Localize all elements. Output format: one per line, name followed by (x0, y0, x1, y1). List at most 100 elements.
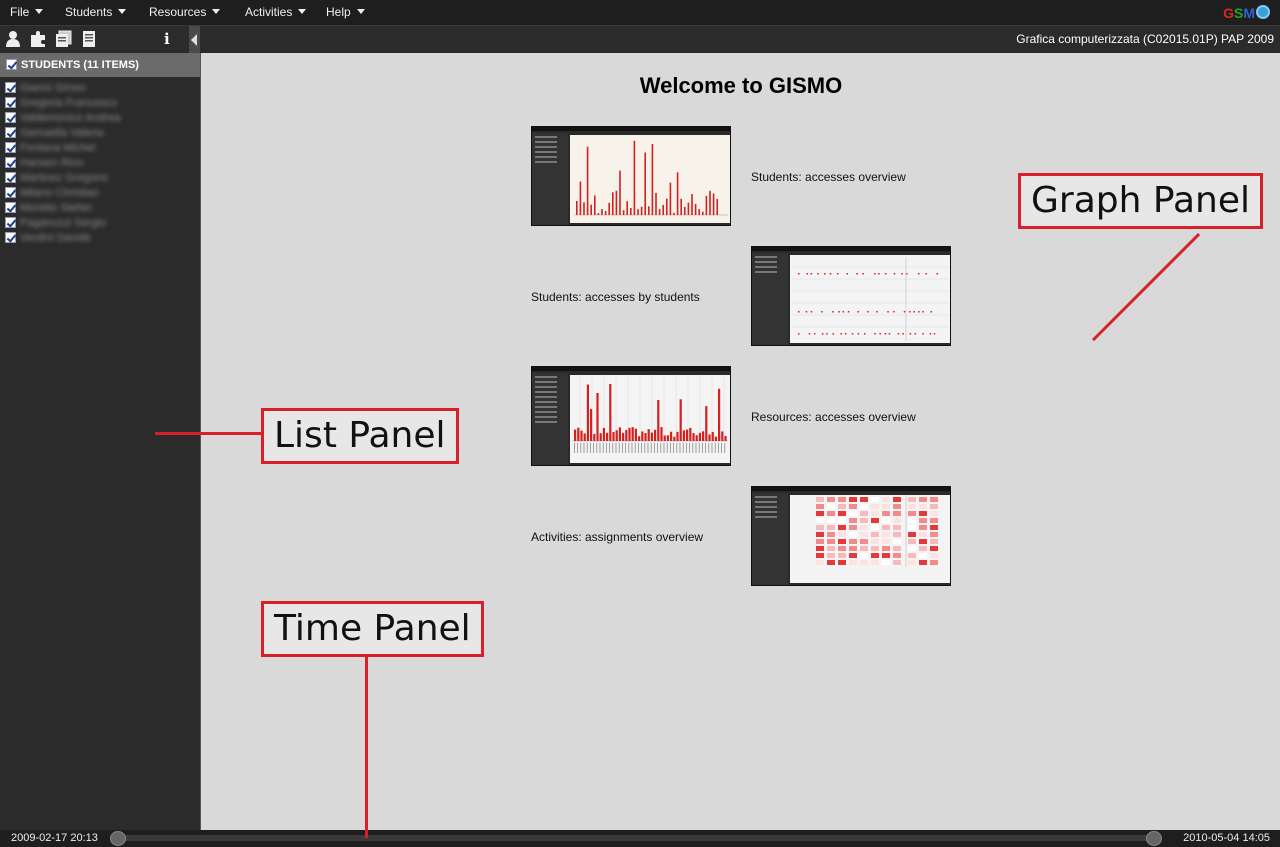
thumb-heat-cell (816, 518, 824, 523)
thumb-bar (586, 146, 589, 215)
activities-icon[interactable] (80, 30, 98, 48)
list-item[interactable]: Gregoria Francesco (5, 96, 195, 111)
menu-activities[interactable]: Activities (245, 0, 307, 26)
thumb-bar (601, 209, 603, 215)
checkbox[interactable] (5, 171, 16, 183)
thumb-heat-cell (860, 539, 868, 544)
checkbox[interactable] (5, 81, 16, 93)
select-all-checkbox[interactable] (6, 58, 17, 70)
list-header[interactable]: STUDENTS (11 ITEMS) (0, 53, 200, 77)
checkbox[interactable] (5, 201, 16, 213)
list-item[interactable]: Fontana Michel (5, 141, 195, 156)
thumb-tick-label (670, 443, 671, 453)
thumb-students-accesses-by-students[interactable] (751, 246, 951, 346)
thumb-bar (676, 172, 679, 215)
caption-activities-assignments-overview[interactable]: Activities: assignments overview (531, 530, 703, 544)
list-item[interactable]: Paganuzzi Sergio (5, 216, 195, 231)
thumb-dot (798, 311, 800, 313)
checkbox[interactable] (5, 156, 16, 168)
menu-bar: File Students Resources Activities Help … (0, 0, 1280, 26)
menu-resources[interactable]: Resources (149, 0, 221, 26)
thumb-students-accesses-overview[interactable] (531, 126, 731, 226)
list-item[interactable]: Martinez Gregorio (5, 171, 195, 186)
thumb-tick-label (708, 443, 710, 453)
caption-students-accesses-by-students[interactable]: Students: accesses by students (531, 290, 700, 304)
time-slider-start-handle[interactable] (110, 831, 126, 846)
list-item[interactable]: Moretto Stefan (5, 201, 195, 216)
thumb-tick-label (593, 443, 594, 453)
checkbox[interactable] (5, 96, 16, 108)
list-item[interactable]: Verdini Davide (5, 231, 195, 246)
thumb-bar (590, 408, 593, 441)
thumb-heat-cell (908, 504, 916, 509)
thumb-resources-accesses-overview[interactable] (531, 366, 731, 466)
thumb-bar (709, 190, 711, 215)
thumb-bar (651, 144, 654, 215)
thumb-tick-label (602, 443, 604, 453)
list-item[interactable]: Milano Christian (5, 186, 195, 201)
thumb-dot (798, 333, 800, 335)
thumb-bar (702, 211, 704, 215)
thumb-heat-cell (827, 511, 835, 516)
thumb-bar (705, 195, 708, 215)
checkbox[interactable] (5, 216, 16, 228)
thumb-tick-label (679, 443, 681, 453)
checkbox[interactable] (5, 111, 16, 123)
list-item[interactable]: Gianni Simon (5, 81, 195, 96)
thumb-bar (680, 198, 682, 215)
thumb-heat-cell (871, 553, 879, 558)
thumb-dot (901, 273, 903, 275)
thumb-dot (918, 311, 920, 313)
students-icon[interactable] (4, 30, 22, 48)
thumb-heat-cell (816, 560, 824, 565)
thumb-tick-label (702, 443, 703, 453)
thumb-bar (666, 198, 668, 215)
list-item[interactable]: Gemaella Valeria (5, 126, 195, 141)
thumb-tick-label (606, 443, 607, 453)
thumb-activities-assignments-overview[interactable] (751, 486, 951, 586)
menu-file[interactable]: File (10, 0, 44, 26)
thumb-heat-cell (930, 518, 938, 523)
list-item[interactable]: Hansen Rino (5, 156, 195, 171)
thumb-bar (655, 192, 657, 215)
checkbox[interactable] (5, 186, 16, 198)
thumb-dot (893, 311, 895, 313)
caption-students-accesses-overview[interactable]: Students: accesses overview (751, 170, 906, 184)
collapse-panel-button[interactable] (189, 26, 200, 53)
thumb-dot (902, 333, 904, 335)
checkbox[interactable] (5, 141, 16, 153)
thumb-dot (832, 333, 835, 335)
time-slider-track[interactable] (118, 835, 1154, 841)
thumb-heat-cell (827, 518, 835, 523)
checkbox[interactable] (5, 126, 16, 138)
plugin-icon[interactable] (29, 30, 47, 48)
thumb-heat-cell (860, 553, 868, 558)
thumb-dot (917, 273, 920, 275)
thumb-dot (817, 273, 819, 275)
thumb-heat-cell (908, 539, 916, 544)
thumb-chart (816, 495, 938, 567)
thumb-heat-cell (871, 511, 879, 516)
thumb-bar (702, 431, 705, 441)
resources-icon[interactable] (55, 30, 73, 48)
menu-students[interactable]: Students (65, 0, 127, 26)
thumb-dot (824, 273, 826, 275)
thumb-heat-cell (908, 560, 916, 565)
info-icon[interactable]: i (164, 30, 170, 48)
list-item[interactable]: Valdemonico Andrea (5, 111, 195, 126)
thumb-heat-cell (838, 553, 846, 558)
thumb-tick-label (705, 443, 706, 453)
thumb-bar (682, 430, 685, 441)
caption-resources-accesses-overview[interactable]: Resources: accesses overview (751, 410, 916, 424)
time-slider-end-handle[interactable] (1146, 831, 1162, 846)
thumb-heat-cell (930, 532, 938, 537)
thumb-dot (836, 273, 839, 275)
thumb-heat-cell (827, 553, 835, 558)
gismo-logo: GSM (1223, 3, 1270, 23)
menu-help[interactable]: Help (326, 0, 365, 26)
thumb-heat-cell (919, 511, 927, 516)
checkbox[interactable] (5, 231, 16, 243)
thumb-bar (594, 195, 596, 215)
thumb-tick-label (711, 443, 713, 453)
thumb-heat-cell (908, 497, 916, 502)
